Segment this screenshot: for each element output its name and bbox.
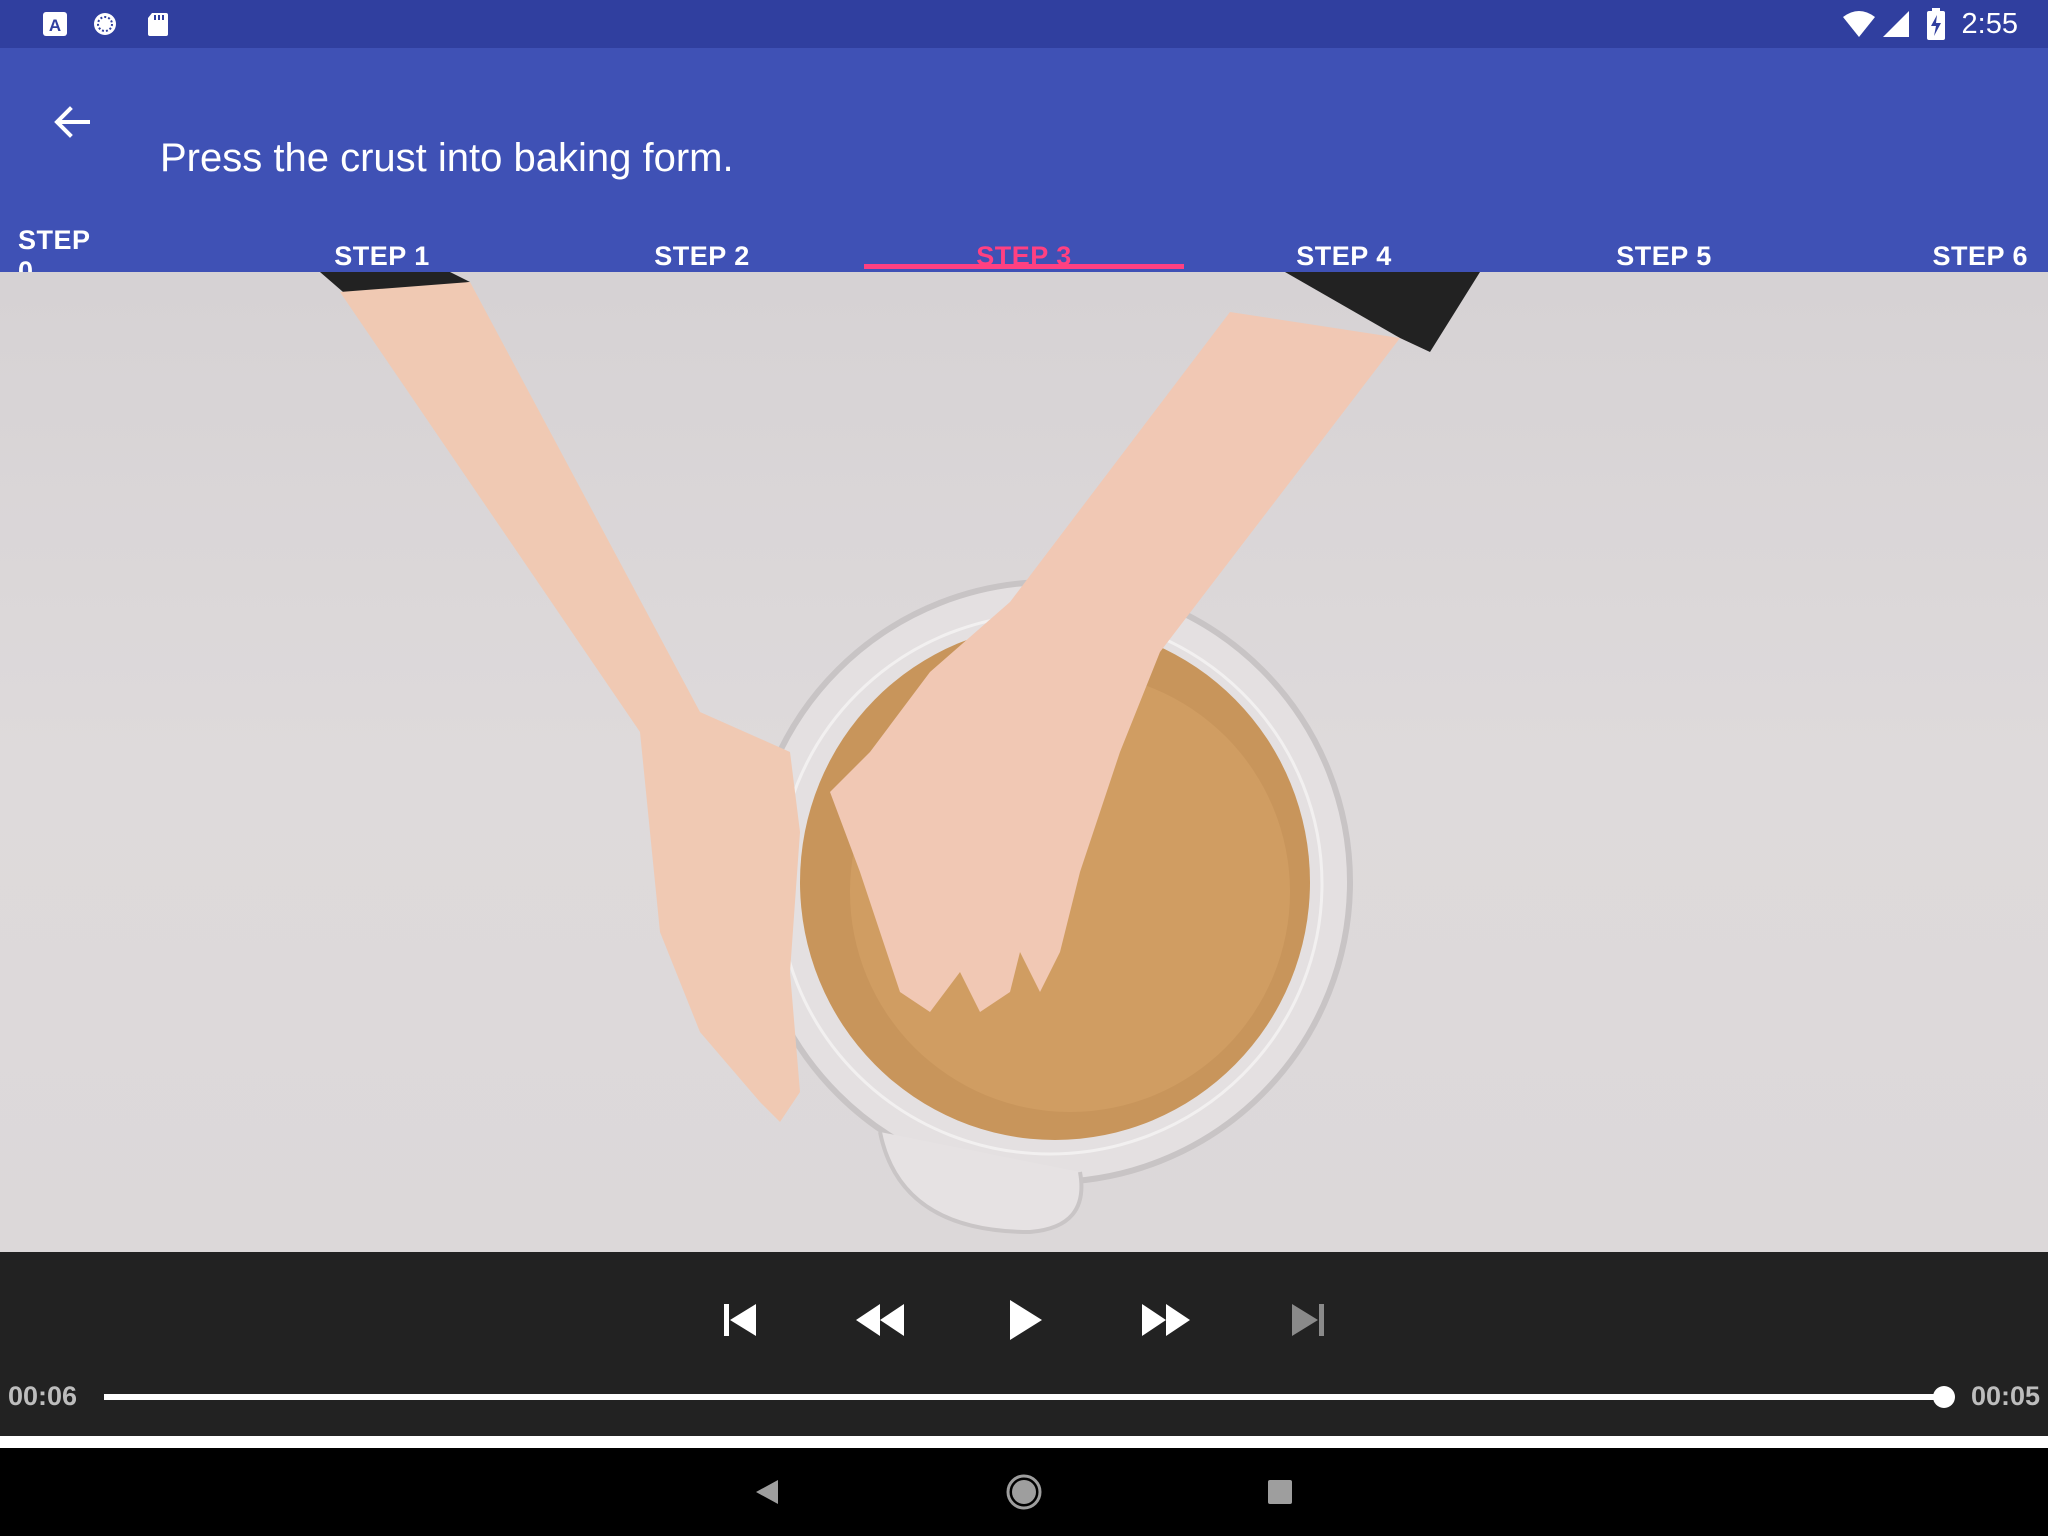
tab-label: STEP 2 [654,240,750,271]
divider [0,1436,2048,1448]
wifi-icon [1843,11,1875,37]
fast-forward-icon[interactable] [1134,1288,1198,1352]
svg-text:A: A [49,16,61,35]
seek-thumb[interactable] [1933,1386,1955,1408]
tab-indicator [864,264,1184,269]
nav-home-icon[interactable] [1000,1468,1048,1516]
duration: 00:05 [1970,1381,2040,1411]
clock: 2:55 [1961,8,2018,40]
sd-card-icon [148,13,168,36]
a-icon: A [43,12,67,36]
arrow-back-icon[interactable] [40,90,104,154]
battery-charging-icon [1927,8,1945,40]
seek-bar[interactable] [104,1394,1944,1400]
left-arm [340,282,800,1122]
video-player-surface[interactable] [0,272,2048,1252]
nav-back-icon[interactable] [744,1468,792,1516]
navigation-bar [0,1448,2048,1536]
tab-label: STEP 4 [1296,240,1392,271]
tab-label: STEP 5 [1616,240,1712,271]
signal-icon [1883,11,1909,37]
player-controls: 00:06 00:05 [0,1252,2048,1436]
sync-icon [94,13,116,35]
current-position: 00:06 [8,1381,78,1411]
tab-label: STEP 1 [334,240,430,271]
status-bar: A 2:55 [0,0,2048,48]
skip-previous-icon[interactable] [708,1288,772,1352]
tab-label: STEP 6 [1932,240,2028,271]
skip-next-icon[interactable] [1276,1288,1340,1352]
rewind-icon[interactable] [848,1288,912,1352]
page-title: Press the crust into baking form. [160,136,734,180]
video-frame [320,272,1480,1235]
nav-recents-icon[interactable] [1256,1468,1304,1516]
app-bar: Press the crust into baking form. STEP 0… [0,48,2048,286]
play-icon[interactable] [992,1288,1056,1352]
